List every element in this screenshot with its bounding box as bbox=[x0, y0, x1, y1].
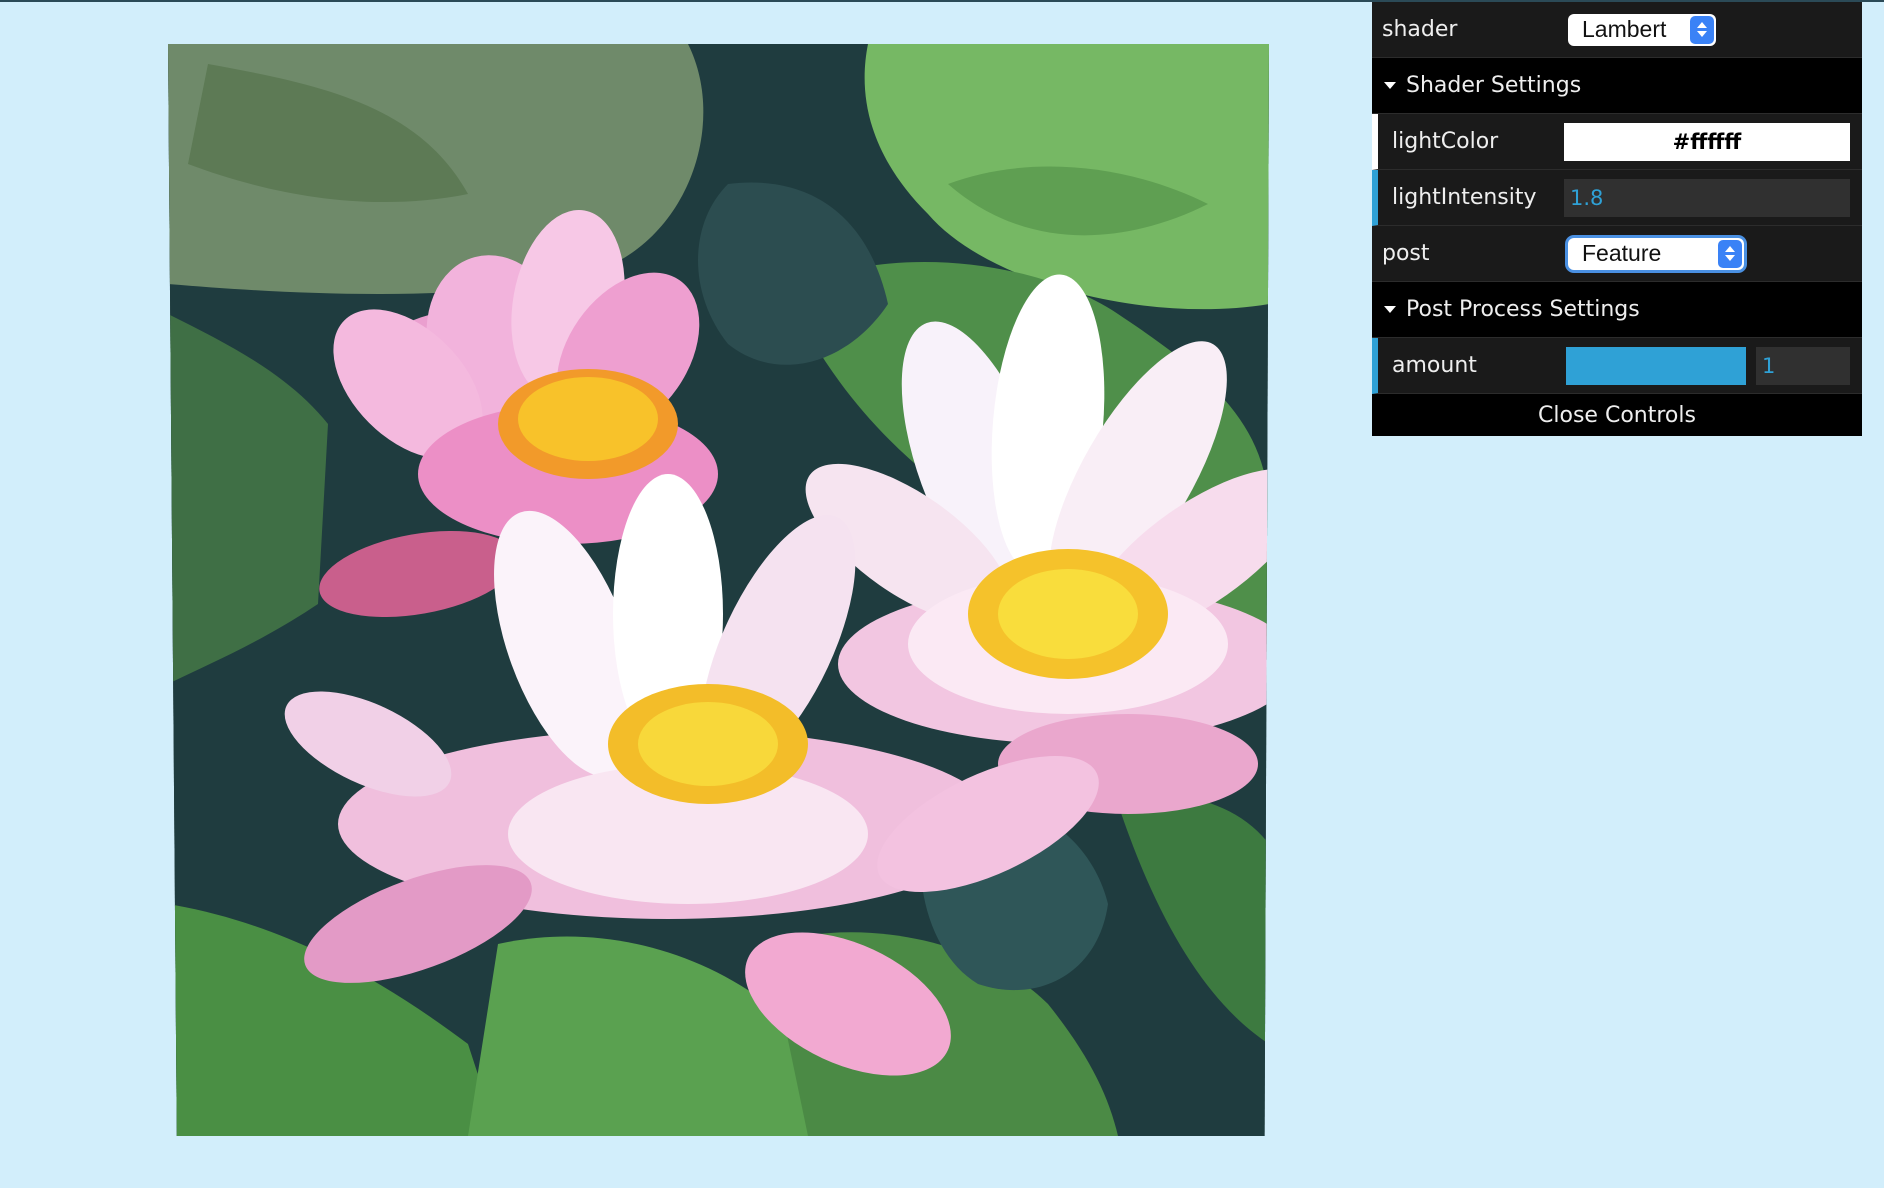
controls-panel: shader Lambert Shader Settings lightColo… bbox=[1372, 2, 1862, 436]
shader-settings-title: Shader Settings bbox=[1406, 73, 1582, 98]
shader-select[interactable]: Lambert bbox=[1568, 13, 1716, 46]
water-lily-render bbox=[168, 44, 1269, 1136]
post-select-value: Feature bbox=[1582, 240, 1662, 266]
close-controls-button[interactable]: Close Controls bbox=[1372, 394, 1862, 436]
shader-label: shader bbox=[1382, 17, 1458, 42]
render-canvas[interactable] bbox=[168, 44, 1269, 1136]
select-chevrons-icon bbox=[1718, 239, 1742, 268]
post-label: post bbox=[1382, 241, 1430, 266]
post-select[interactable]: Feature bbox=[1568, 237, 1744, 270]
shader-select-value: Lambert bbox=[1582, 16, 1667, 42]
amount-control: amount 1 bbox=[1372, 338, 1862, 394]
light-color-input[interactable]: #ffffff bbox=[1564, 122, 1850, 161]
light-intensity-input[interactable]: 1.8 bbox=[1564, 178, 1850, 217]
light-intensity-control: lightIntensity 1.8 bbox=[1372, 170, 1862, 226]
light-color-control: lightColor #ffffff bbox=[1372, 114, 1862, 170]
post-settings-title: Post Process Settings bbox=[1406, 297, 1640, 322]
select-chevrons-icon bbox=[1690, 15, 1714, 44]
post-settings-folder[interactable]: Post Process Settings bbox=[1372, 282, 1862, 338]
amount-input[interactable]: 1 bbox=[1756, 346, 1850, 385]
light-intensity-label: lightIntensity bbox=[1392, 185, 1537, 210]
amount-label: amount bbox=[1392, 353, 1477, 378]
triangle-down-icon bbox=[1384, 82, 1396, 89]
amount-slider-fill bbox=[1566, 346, 1746, 385]
triangle-down-icon bbox=[1384, 306, 1396, 313]
shader-control: shader Lambert bbox=[1372, 2, 1862, 58]
shader-settings-folder[interactable]: Shader Settings bbox=[1372, 58, 1862, 114]
post-control: post Feature bbox=[1372, 226, 1862, 282]
light-color-label: lightColor bbox=[1392, 129, 1499, 154]
amount-slider[interactable] bbox=[1566, 346, 1746, 385]
